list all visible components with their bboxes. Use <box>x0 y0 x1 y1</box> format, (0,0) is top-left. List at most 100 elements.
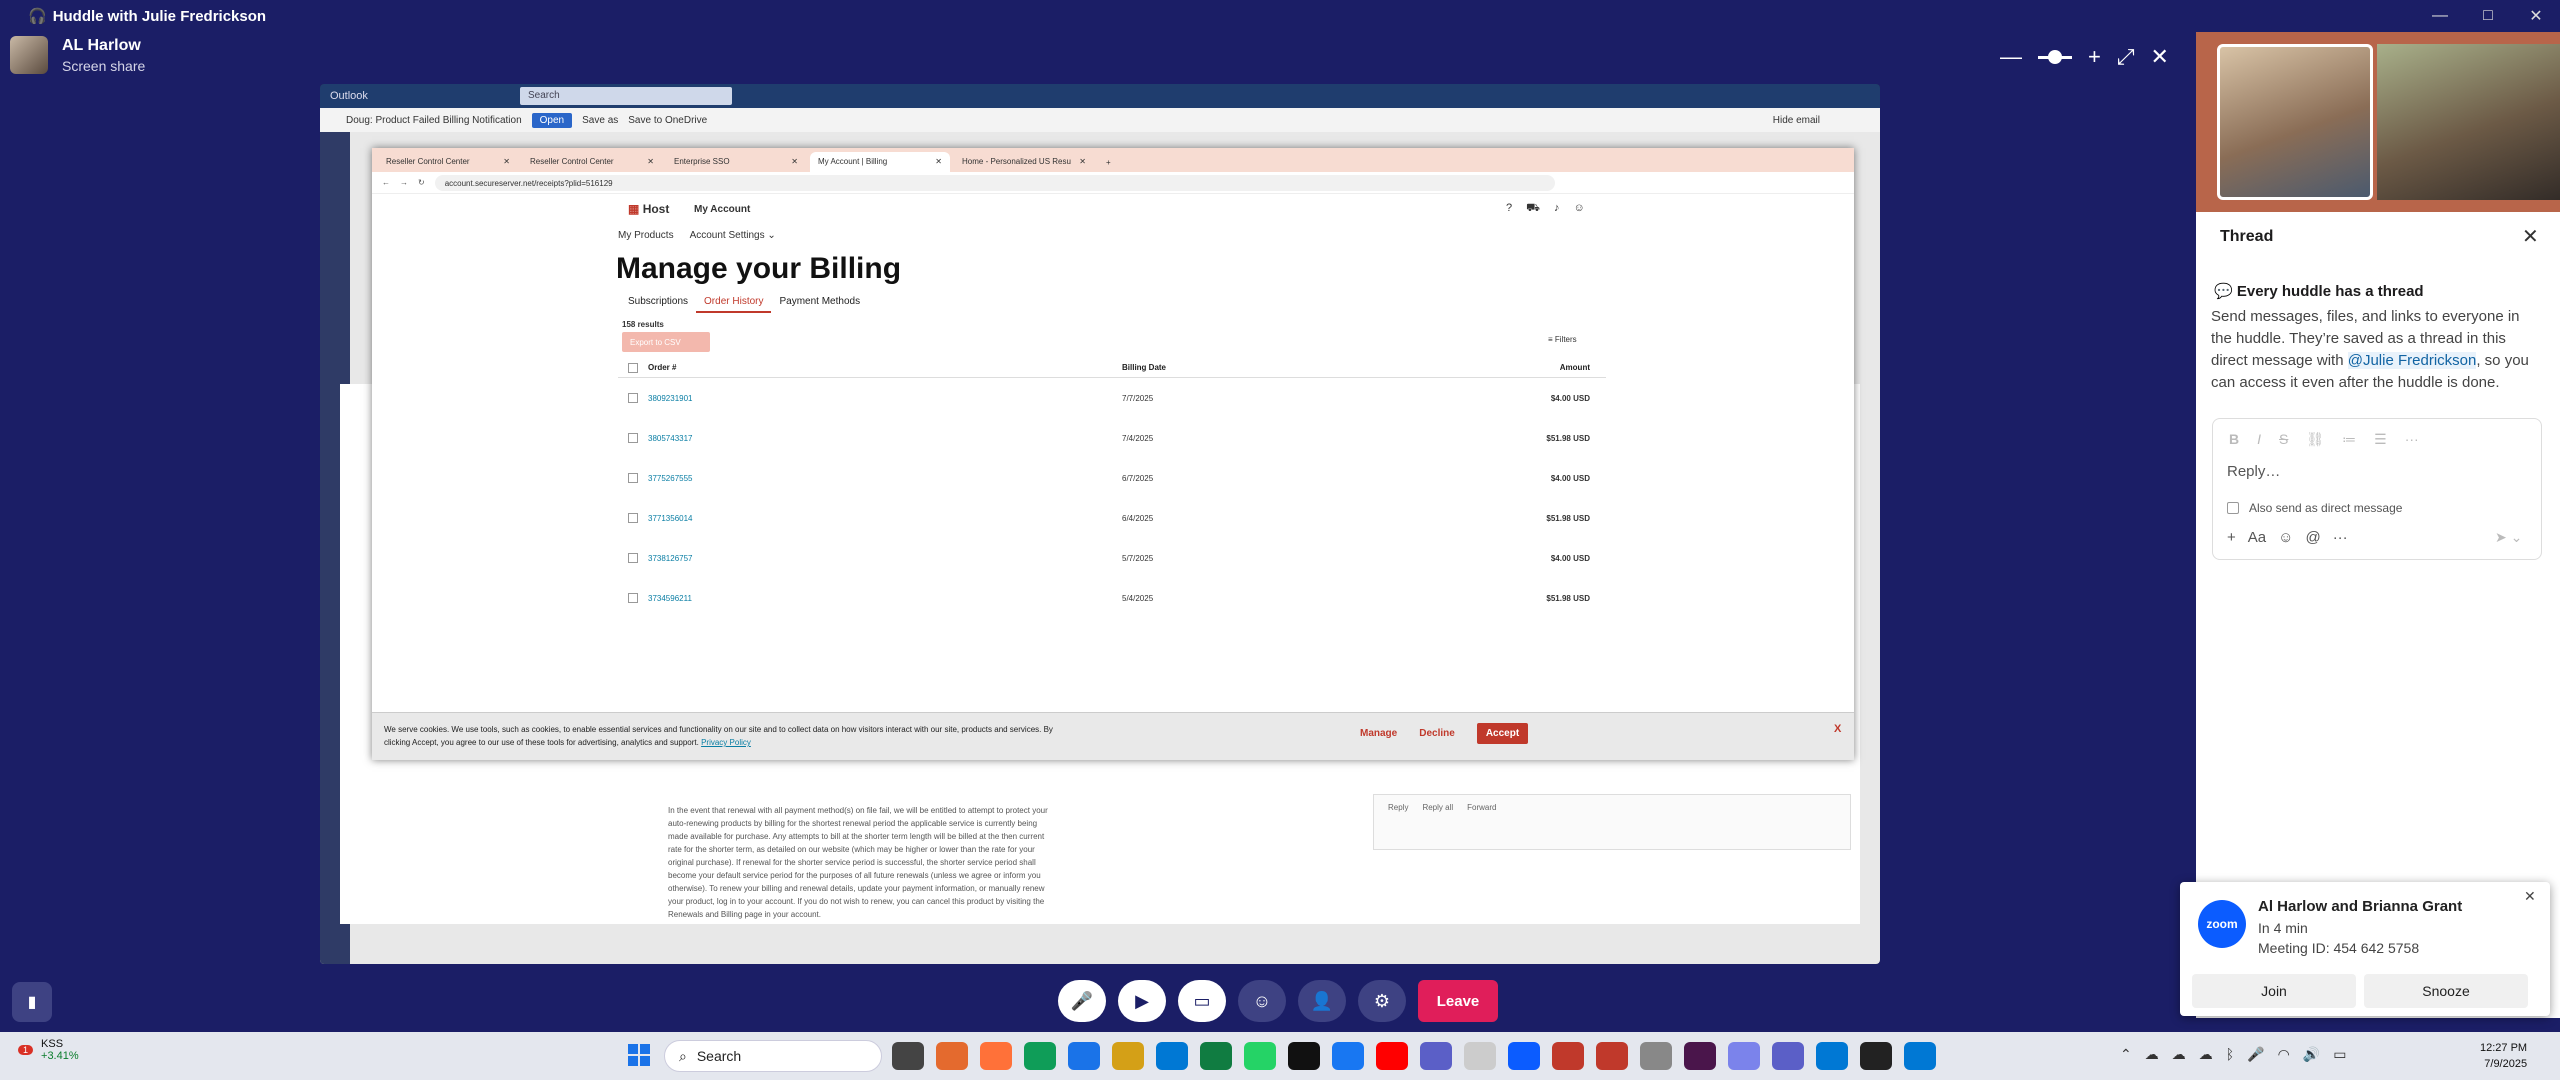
slack-icon[interactable] <box>1684 1042 1716 1070</box>
reply-button[interactable]: Reply <box>1388 803 1408 812</box>
leave-button[interactable]: Leave <box>1418 980 1498 1022</box>
app-icon[interactable] <box>1596 1042 1628 1070</box>
plus-icon[interactable]: + <box>2227 529 2236 546</box>
bluetooth-icon[interactable]: ᛒ <box>2226 1046 2234 1063</box>
order-link[interactable]: 3738126757 <box>648 554 1122 563</box>
facebook-icon[interactable] <box>1332 1042 1364 1070</box>
fit-screen-icon[interactable]: ⤢ <box>2117 44 2135 70</box>
also-send-option[interactable]: Also send as direct message <box>2227 501 2402 515</box>
hide-email-button[interactable]: Hide email <box>1773 115 1820 126</box>
accept-button[interactable]: Accept <box>1476 723 1529 744</box>
browser-tab[interactable]: Enterprise SSO ✕ <box>666 152 806 172</box>
ordered-list-icon[interactable]: ≔ <box>2342 431 2356 448</box>
tab-subscriptions[interactable]: Subscriptions <box>620 292 696 313</box>
bold-icon[interactable]: B <box>2229 431 2239 448</box>
zoom-in-button[interactable]: + <box>2088 44 2101 70</box>
signal-stats-button[interactable]: ▮ <box>12 982 52 1022</box>
browser-tab-active[interactable]: My Account | Billing ✕ <box>810 152 950 172</box>
close-icon[interactable]: ✕ <box>791 157 798 167</box>
send-icon[interactable]: ➤ ⌄ <box>2495 529 2522 546</box>
mention-icon[interactable]: @ <box>2305 529 2320 546</box>
taskbar-search[interactable]: ⌕ Search <box>664 1040 882 1072</box>
select-all-checkbox[interactable] <box>628 362 638 373</box>
row-checkbox[interactable] <box>628 513 638 523</box>
close-icon[interactable]: ✕ <box>935 157 942 167</box>
whatsapp-icon[interactable] <box>1244 1042 1276 1070</box>
microphone-button[interactable]: 🎤 <box>1058 980 1106 1022</box>
order-link[interactable]: 3775267555 <box>648 474 1122 483</box>
new-tab-icon[interactable]: + <box>1098 153 1119 172</box>
italic-icon[interactable]: I <box>2257 431 2261 448</box>
close-icon[interactable]: ✕ <box>2524 888 2536 905</box>
forward-button[interactable]: Forward <box>1467 803 1496 812</box>
user-icon[interactable]: ☺ <box>1573 202 1584 216</box>
wifi-icon[interactable]: ◠ <box>2278 1046 2290 1063</box>
bullet-list-icon[interactable]: ☰ <box>2374 431 2387 448</box>
stock-widget[interactable]: 1 KSS +3.41% <box>18 1038 79 1062</box>
close-share-button[interactable]: ✕ <box>2150 44 2168 70</box>
emoji-icon[interactable]: ☺ <box>2278 529 2293 546</box>
cloud-icon[interactable]: ☁ <box>2145 1046 2159 1063</box>
minimize-button[interactable]: — <box>2416 0 2464 32</box>
close-icon[interactable]: ✕ <box>503 157 510 167</box>
nav-account-settings[interactable]: Account Settings ⌄ <box>690 230 776 241</box>
participant-video-al[interactable] <box>2217 44 2373 200</box>
reply-input[interactable]: Reply… <box>2227 463 2280 480</box>
zoom-icon[interactable] <box>1508 1042 1540 1070</box>
add-people-button[interactable]: 👤 <box>1298 980 1346 1022</box>
text-format-icon[interactable]: Aa <box>2248 529 2266 546</box>
snooze-button[interactable]: Snooze <box>2364 974 2528 1008</box>
close-icon[interactable]: ✕ <box>647 157 654 167</box>
proton-icon[interactable] <box>1288 1042 1320 1070</box>
mail-icon[interactable] <box>1816 1042 1848 1070</box>
speaker-icon[interactable]: 🔊 <box>2303 1046 2320 1063</box>
help-icon[interactable]: ? <box>1506 202 1512 216</box>
chevron-up-icon[interactable]: ⌃ <box>2120 1046 2132 1063</box>
windows-start-icon[interactable] <box>628 1044 650 1066</box>
firefox-icon[interactable] <box>980 1042 1012 1070</box>
manage-button[interactable]: Manage <box>1360 728 1397 739</box>
participant-video-julie[interactable] <box>2377 44 2560 200</box>
save-as-button[interactable]: Save as <box>582 115 618 126</box>
more-icon[interactable] <box>1464 1042 1496 1070</box>
browser-tab[interactable]: Reseller Control Center ✕ <box>522 152 662 172</box>
reactions-button[interactable]: ☺ <box>1238 980 1286 1022</box>
cart-icon[interactable]: ⛟ <box>1526 202 1540 216</box>
zoom-out-button[interactable]: — <box>2000 44 2022 70</box>
cloud-icon[interactable]: ☁ <box>2199 1046 2213 1063</box>
chrome-icon[interactable] <box>1068 1042 1100 1070</box>
order-link[interactable]: 3734596211 <box>648 594 1122 603</box>
site-logo[interactable]: ▦ Host <box>628 202 669 216</box>
tab-order-history[interactable]: Order History <box>696 292 772 313</box>
also-send-checkbox[interactable] <box>2227 502 2239 514</box>
settings-button[interactable]: ⚙ <box>1358 980 1406 1022</box>
chrome-icon[interactable] <box>1024 1042 1056 1070</box>
app-icon[interactable] <box>1640 1042 1672 1070</box>
nav-my-products[interactable]: My Products <box>618 230 674 241</box>
taskbar-clock[interactable]: 12:27 PM 7/9/2025 <box>2480 1040 2527 1072</box>
zoom-slider[interactable] <box>2038 49 2072 64</box>
row-checkbox[interactable] <box>628 473 638 483</box>
order-link[interactable]: 3771356014 <box>648 514 1122 523</box>
reload-icon[interactable]: ↻ <box>418 178 425 187</box>
excel-icon[interactable] <box>1200 1042 1232 1070</box>
back-icon[interactable]: ← <box>382 178 390 187</box>
microphone-icon[interactable]: 🎤 <box>2247 1046 2264 1063</box>
order-link[interactable]: 3805743317 <box>648 434 1122 443</box>
screen-share-button[interactable]: ▭ <box>1178 980 1226 1022</box>
decline-button[interactable]: Decline <box>1419 728 1455 739</box>
app-icon[interactable] <box>1552 1042 1584 1070</box>
more-icon[interactable]: ··· <box>2333 529 2348 546</box>
app-icon[interactable] <box>1420 1042 1452 1070</box>
forward-icon[interactable]: → <box>400 178 408 187</box>
bell-icon[interactable]: ♪ <box>1554 202 1560 216</box>
close-icon[interactable]: ✕ <box>1079 157 1086 167</box>
outlook-icon[interactable] <box>1156 1042 1188 1070</box>
row-checkbox[interactable] <box>628 393 638 403</box>
close-window-button[interactable]: ✕ <box>2512 0 2560 32</box>
mention-link[interactable]: @Julie Fredrickson <box>2347 352 2477 369</box>
row-checkbox[interactable] <box>628 433 638 443</box>
outlook-search[interactable]: Search <box>520 87 732 105</box>
battery-icon[interactable]: ▭ <box>2333 1046 2346 1063</box>
more-format-icon[interactable]: ··· <box>2405 431 2419 448</box>
